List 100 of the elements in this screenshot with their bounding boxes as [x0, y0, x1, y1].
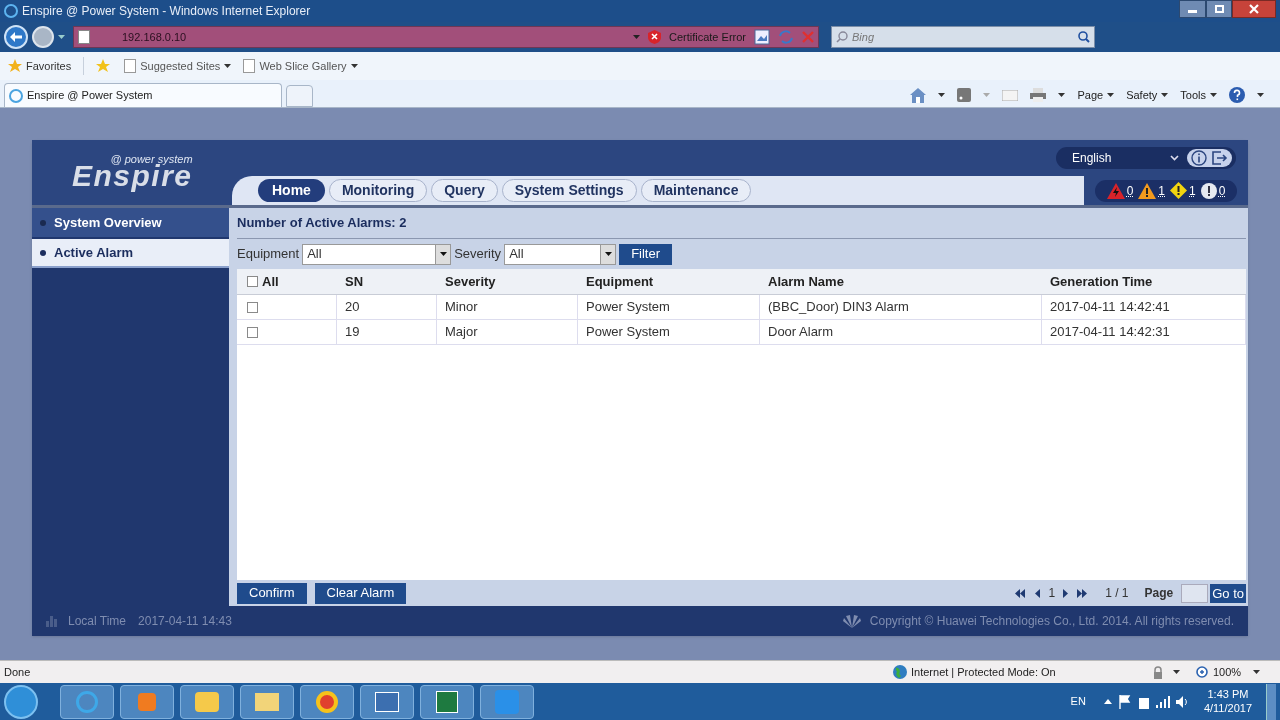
caret-icon — [1173, 670, 1180, 674]
help-icon[interactable] — [1229, 87, 1245, 103]
search-icon[interactable] — [1078, 31, 1090, 43]
close-icon — [1249, 4, 1259, 14]
action-button[interactable]: Clear Alarm — [314, 582, 407, 604]
nav-tab[interactable]: Monitoring — [328, 179, 428, 202]
severity-label: Severity — [454, 245, 502, 264]
search-input[interactable]: Bing — [852, 28, 1074, 46]
caret-icon — [604, 252, 612, 256]
bar-chart-icon — [46, 615, 60, 627]
equipment-select[interactable]: All — [302, 243, 452, 265]
compatibility-icon[interactable] — [754, 29, 770, 45]
search-field[interactable]: Bing — [831, 26, 1095, 48]
back-button[interactable] — [4, 25, 28, 49]
next-page-icon[interactable] — [1063, 588, 1070, 598]
logout-icon[interactable] — [1211, 150, 1228, 166]
caret-icon — [938, 93, 946, 97]
signal-icon[interactable] — [1155, 695, 1170, 708]
globe-icon — [893, 665, 907, 679]
caret-icon — [1107, 93, 1115, 97]
forward-button[interactable] — [32, 26, 54, 48]
caret-icon — [58, 35, 65, 39]
clock[interactable]: 1:43 PM 4/11/2017 — [1195, 687, 1260, 716]
table-cell: (BBC_Door) DIN3 Alarm — [760, 295, 1042, 319]
status-text: Done — [4, 664, 32, 680]
alarm-count[interactable]: 1 — [1158, 181, 1165, 200]
favorites-button[interactable]: Favorites — [8, 57, 72, 75]
info-icon[interactable] — [1191, 150, 1207, 166]
zoom-level[interactable]: 100% — [1213, 663, 1253, 681]
alarm-count[interactable]: 1 — [1189, 181, 1196, 200]
column-header: Severity — [444, 272, 497, 291]
minimize-button[interactable] — [1179, 0, 1206, 18]
speaker-icon[interactable] — [1175, 695, 1190, 708]
command-menu[interactable]: Safety — [1126, 86, 1169, 104]
zoom-icon — [1196, 665, 1209, 679]
column-header: Generation Time — [1049, 272, 1154, 291]
caret-icon — [1161, 93, 1169, 97]
critical-alarm-icon — [1106, 182, 1125, 199]
equipment-label: Equipment — [237, 245, 300, 264]
page-label: Page — [1144, 585, 1174, 602]
first-page-icon[interactable] — [1014, 588, 1027, 598]
previous-page-icon[interactable] — [1034, 588, 1041, 598]
severity-select[interactable]: All — [504, 243, 617, 265]
logo-subtitle: @ power system — [110, 154, 193, 165]
sidebar-item[interactable]: Active Alarm — [32, 239, 229, 268]
checkbox[interactable] — [247, 301, 258, 313]
local-time: 2017-04-11 14:43 — [138, 613, 232, 630]
table-cell: 2017-04-11 14:42:31 — [1042, 320, 1246, 344]
checkbox[interactable] — [247, 276, 258, 287]
chevron-down-icon — [1170, 155, 1179, 161]
column-header: Equipment — [585, 272, 655, 291]
tray-expand-icon[interactable] — [1103, 699, 1112, 704]
nav-tab[interactable]: Query — [431, 179, 498, 202]
start-button[interactable] — [4, 684, 38, 719]
lock-icon[interactable] — [1151, 665, 1165, 679]
command-menu[interactable]: Tools — [1180, 86, 1217, 104]
table-cell: 20 — [337, 295, 437, 319]
flag-icon[interactable] — [1117, 694, 1132, 709]
nav-tab[interactable]: System Settings — [501, 179, 637, 202]
security-zone: Internet | Protected Mode: On — [911, 664, 1057, 680]
select-all-label: All — [262, 272, 279, 291]
filter-button[interactable]: Filter — [619, 243, 672, 265]
caret-icon — [1257, 93, 1264, 97]
table-cell: Minor — [437, 295, 578, 319]
nav-tab[interactable]: Maintenance — [640, 179, 752, 202]
browser-logo-icon — [4, 4, 18, 18]
window-title: Enspire @ Power System - Windows Internet Explorer — [22, 3, 311, 20]
last-page-icon[interactable] — [1077, 588, 1090, 598]
maximize-button[interactable] — [1206, 0, 1232, 18]
page-input[interactable] — [1181, 583, 1209, 603]
printer-icon[interactable] — [1030, 88, 1047, 102]
caret-icon — [224, 64, 232, 68]
copyright-text: Copyright © Huawei Technologies Co., Ltd. 2014. All rights reserved. — [869, 613, 1234, 630]
caret-icon — [1253, 670, 1260, 674]
language-select[interactable]: English — [1056, 147, 1236, 169]
sidebar-item[interactable]: System Overview — [32, 208, 229, 237]
alarm-count[interactable]: 0 — [1126, 181, 1134, 200]
favorites-link[interactable]: Web Slice Gallery — [243, 57, 358, 75]
checkbox[interactable] — [247, 326, 258, 338]
warning-triangle-icon — [1138, 182, 1157, 199]
warning-diamond-icon — [1170, 182, 1187, 199]
go-to-button[interactable]: Go to — [1210, 583, 1246, 603]
home-icon[interactable] — [910, 87, 927, 103]
language-indicator[interactable]: EN — [1070, 693, 1086, 710]
table-cell: 19 — [337, 320, 437, 344]
caret-icon — [1210, 93, 1217, 97]
info-circle-icon — [1200, 182, 1217, 199]
flower-logo-icon — [841, 614, 862, 628]
nav-tab[interactable]: Home — [258, 179, 325, 202]
action-button[interactable]: Confirm — [237, 582, 307, 604]
close-button[interactable] — [1232, 0, 1276, 18]
table-cell: Power System — [578, 295, 760, 319]
current-page: 1 — [1048, 585, 1056, 602]
show-desktop-button[interactable] — [1266, 683, 1276, 720]
favorites-link[interactable]: Suggested Sites — [124, 57, 232, 75]
command-menu[interactable]: Page — [1077, 86, 1115, 104]
star-icon — [8, 59, 22, 73]
caret-icon — [983, 93, 991, 97]
browser-tab[interactable]: Enspire @ Power System — [4, 83, 282, 107]
alarm-count[interactable]: 0 — [1218, 181, 1226, 200]
